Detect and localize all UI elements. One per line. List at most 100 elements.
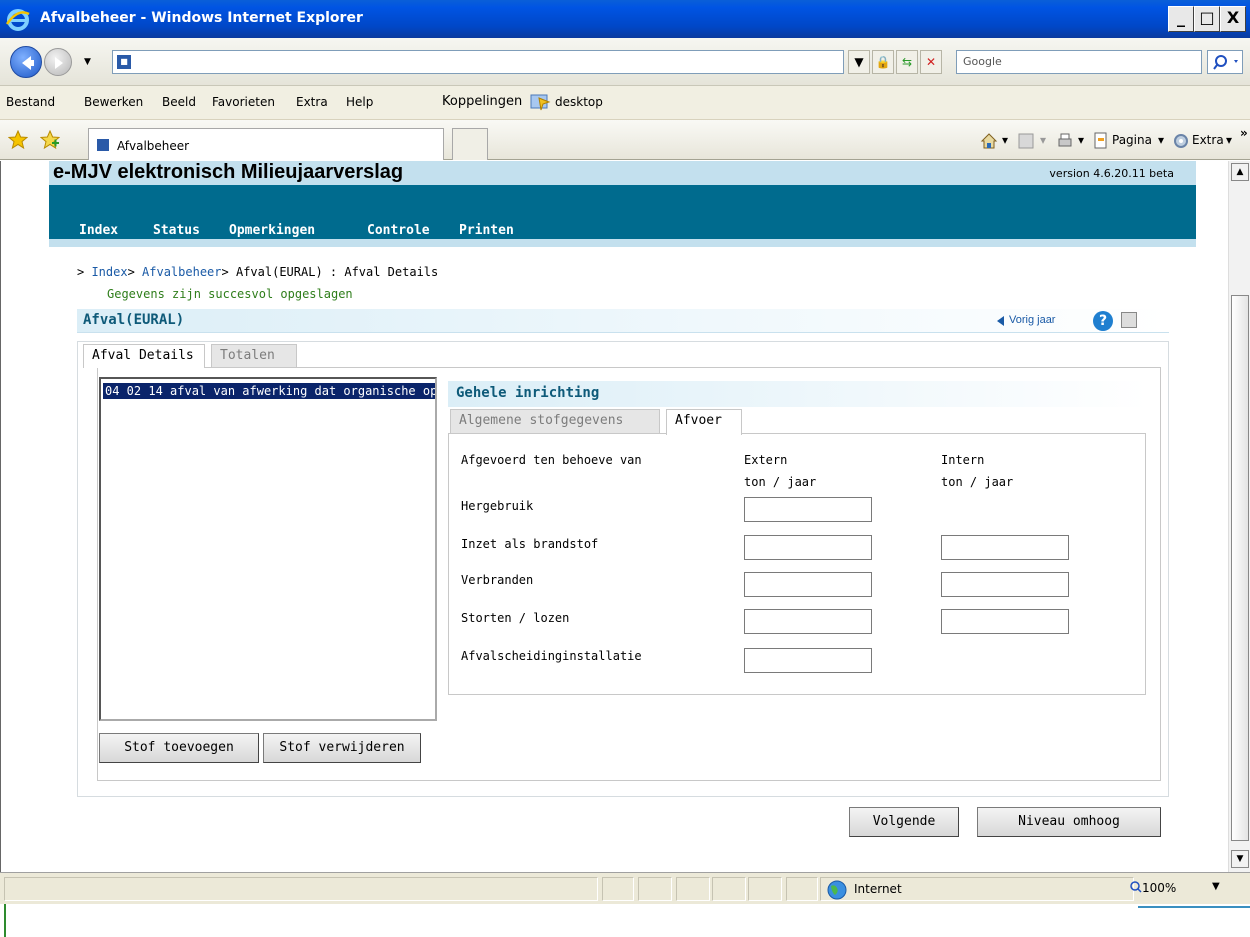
zoom-dropdown-icon[interactable]: ▼ xyxy=(1212,881,1220,892)
menu-favorieten[interactable]: Favorieten xyxy=(212,95,275,109)
search-button[interactable] xyxy=(1207,50,1243,74)
page-viewport: e-MJV elektronisch Milieujaarverslag ver… xyxy=(0,161,1228,872)
window-titlebar: Afvalbeheer - Windows Internet Explorer … xyxy=(0,0,1250,38)
new-tab-button[interactable] xyxy=(452,128,488,160)
breadcrumb-index-link[interactable]: Index xyxy=(91,265,127,279)
inrichting-title: Gehele inrichting xyxy=(456,385,600,401)
stof-listbox[interactable]: 04 02 14 afval van afwerking dat organis… xyxy=(99,377,437,721)
tab-favicon-icon xyxy=(97,139,109,151)
row-label-storten-lozen: Storten / lozen xyxy=(461,611,570,625)
breadcrumb-separator: > xyxy=(221,265,236,279)
row-label-inzet-brandstof: Inzet als brandstof xyxy=(461,537,599,551)
page-menu[interactable]: Pagina xyxy=(1112,133,1152,147)
home-icon[interactable] xyxy=(980,132,998,150)
breadcrumb-current: Afval(EURAL) : Afval Details xyxy=(235,265,439,279)
triangle-left-icon[interactable] xyxy=(997,316,1005,326)
help-icon[interactable]: ? xyxy=(1093,311,1113,331)
scroll-up-icon[interactable]: ▲ xyxy=(1231,163,1249,181)
storten-extern-input[interactable] xyxy=(744,609,872,634)
inrichting-header: Gehele inrichting xyxy=(448,381,1148,407)
prev-year-link[interactable]: Vorig jaar xyxy=(1009,314,1055,326)
menu-bestand[interactable]: Bestand xyxy=(6,95,55,109)
nav-status[interactable]: Status xyxy=(153,223,200,238)
app-navigation: Index Status Opmerkingen Controle Printe… xyxy=(49,185,1196,247)
extra-dropdown-icon[interactable]: ▾ xyxy=(1226,133,1232,147)
menu-help[interactable]: Help xyxy=(346,95,373,109)
scrollbar-thumb[interactable] xyxy=(1231,295,1249,841)
tab-totalen[interactable]: Totalen xyxy=(211,344,297,368)
nav-controle[interactable]: Controle xyxy=(367,223,430,238)
maximize-button[interactable]: □ xyxy=(1194,6,1220,32)
url-dropdown-button[interactable]: ▼ xyxy=(848,50,870,74)
breadcrumb-prefix: > xyxy=(77,265,92,279)
favorites-star-icon[interactable] xyxy=(8,130,28,150)
tab-afvoer[interactable]: Afvoer xyxy=(666,409,742,435)
add-favorite-icon[interactable] xyxy=(40,130,60,150)
status-segment xyxy=(748,877,782,901)
tab-afval-details[interactable]: Afval Details xyxy=(83,344,205,368)
scroll-down-icon[interactable]: ▼ xyxy=(1231,850,1249,868)
next-button[interactable]: Volgende xyxy=(849,807,959,837)
breadcrumb-separator: > xyxy=(127,265,143,279)
lock-icon[interactable]: 🔒 xyxy=(872,50,894,74)
zoom-level[interactable]: 100% xyxy=(1142,881,1176,895)
menu-beeld[interactable]: Beeld xyxy=(162,95,196,109)
nav-printen[interactable]: Printen xyxy=(459,223,514,238)
brandstof-intern-input[interactable] xyxy=(941,535,1069,560)
verbranden-intern-input[interactable] xyxy=(941,572,1069,597)
home-dropdown-icon[interactable]: ▾ xyxy=(1002,133,1008,147)
feeds-dropdown-icon[interactable]: ▾ xyxy=(1040,133,1046,147)
status-segment xyxy=(712,877,746,901)
nav-opmerkingen[interactable]: Opmerkingen xyxy=(229,223,315,238)
edit-note-icon[interactable] xyxy=(1121,312,1137,328)
refresh-button[interactable]: ⇆ xyxy=(896,50,918,74)
browser-tab-afvalbeheer[interactable]: Afvalbeheer xyxy=(88,128,444,160)
afgevoerd-label: Afgevoerd ten behoeve van xyxy=(461,453,642,467)
zoom-icon[interactable] xyxy=(1130,881,1142,893)
breadcrumb: > Index> Afvalbeheer> Afval(EURAL) : Afv… xyxy=(77,265,438,279)
app-version: version 4.6.20.11 beta xyxy=(1049,167,1174,180)
verbranden-extern-input[interactable] xyxy=(744,572,872,597)
save-success-message: Gegevens zijn succesvol opgeslagen xyxy=(107,287,353,301)
tab-algemene-stofgegevens[interactable]: Algemene stofgegevens xyxy=(450,409,660,433)
print-icon[interactable] xyxy=(1056,132,1074,150)
intern-column-header: Intern xyxy=(941,453,985,467)
minimize-button[interactable]: _ xyxy=(1168,6,1194,32)
gear-icon[interactable] xyxy=(1172,132,1190,150)
back-button[interactable] xyxy=(10,46,42,78)
print-dropdown-icon[interactable]: ▾ xyxy=(1078,133,1084,147)
menu-bewerken[interactable]: Bewerken xyxy=(84,95,143,109)
extern-unit-label: ton / jaar xyxy=(744,475,817,489)
level-up-button[interactable]: Niveau omhoog xyxy=(977,807,1161,837)
afvalscheiding-extern-input[interactable] xyxy=(744,648,872,673)
remove-stof-button[interactable]: Stof verwijderen xyxy=(263,733,421,763)
desktop-link[interactable]: desktop xyxy=(555,95,603,109)
vertical-scrollbar[interactable]: ▲ ▼ xyxy=(1228,161,1250,872)
status-text-area xyxy=(4,877,598,901)
menu-extra[interactable]: Extra xyxy=(296,95,328,109)
forward-button[interactable] xyxy=(44,48,72,76)
url-input[interactable]: ■ xyxy=(112,50,844,74)
storten-intern-input[interactable] xyxy=(941,609,1069,634)
window-title: Afvalbeheer - Windows Internet Explorer xyxy=(40,10,363,26)
add-stof-button[interactable]: Stof toevoegen xyxy=(99,733,259,763)
stop-button[interactable]: ✕ xyxy=(920,50,942,74)
feeds-icon[interactable] xyxy=(1018,133,1034,149)
page-icon[interactable] xyxy=(1092,132,1110,150)
app-header: e-MJV elektronisch Milieujaarverslag ver… xyxy=(49,161,1196,185)
close-button[interactable]: X xyxy=(1220,6,1246,32)
page-dropdown-icon[interactable]: ▾ xyxy=(1158,133,1164,147)
nav-index[interactable]: Index xyxy=(79,223,118,238)
extra-menu[interactable]: Extra xyxy=(1192,133,1224,147)
section-title: Afval(EURAL) xyxy=(83,312,185,328)
brandstof-extern-input[interactable] xyxy=(744,535,872,560)
stof-list-item-selected[interactable]: 04 02 14 afval van afwerking dat organis… xyxy=(103,383,435,399)
hergebruik-extern-input[interactable] xyxy=(744,497,872,522)
search-input[interactable]: Google xyxy=(956,50,1202,74)
toolbar-overflow-icon[interactable]: » xyxy=(1240,126,1248,140)
history-dropdown-icon[interactable]: ▼ xyxy=(84,58,92,67)
address-toolbar: ▼ ■ ▼ 🔒 ⇆ ✕ Google xyxy=(0,38,1250,86)
ie-logo-icon xyxy=(5,9,30,31)
status-segment xyxy=(786,877,818,901)
breadcrumb-afvalbeheer-link[interactable]: Afvalbeheer xyxy=(142,265,221,279)
